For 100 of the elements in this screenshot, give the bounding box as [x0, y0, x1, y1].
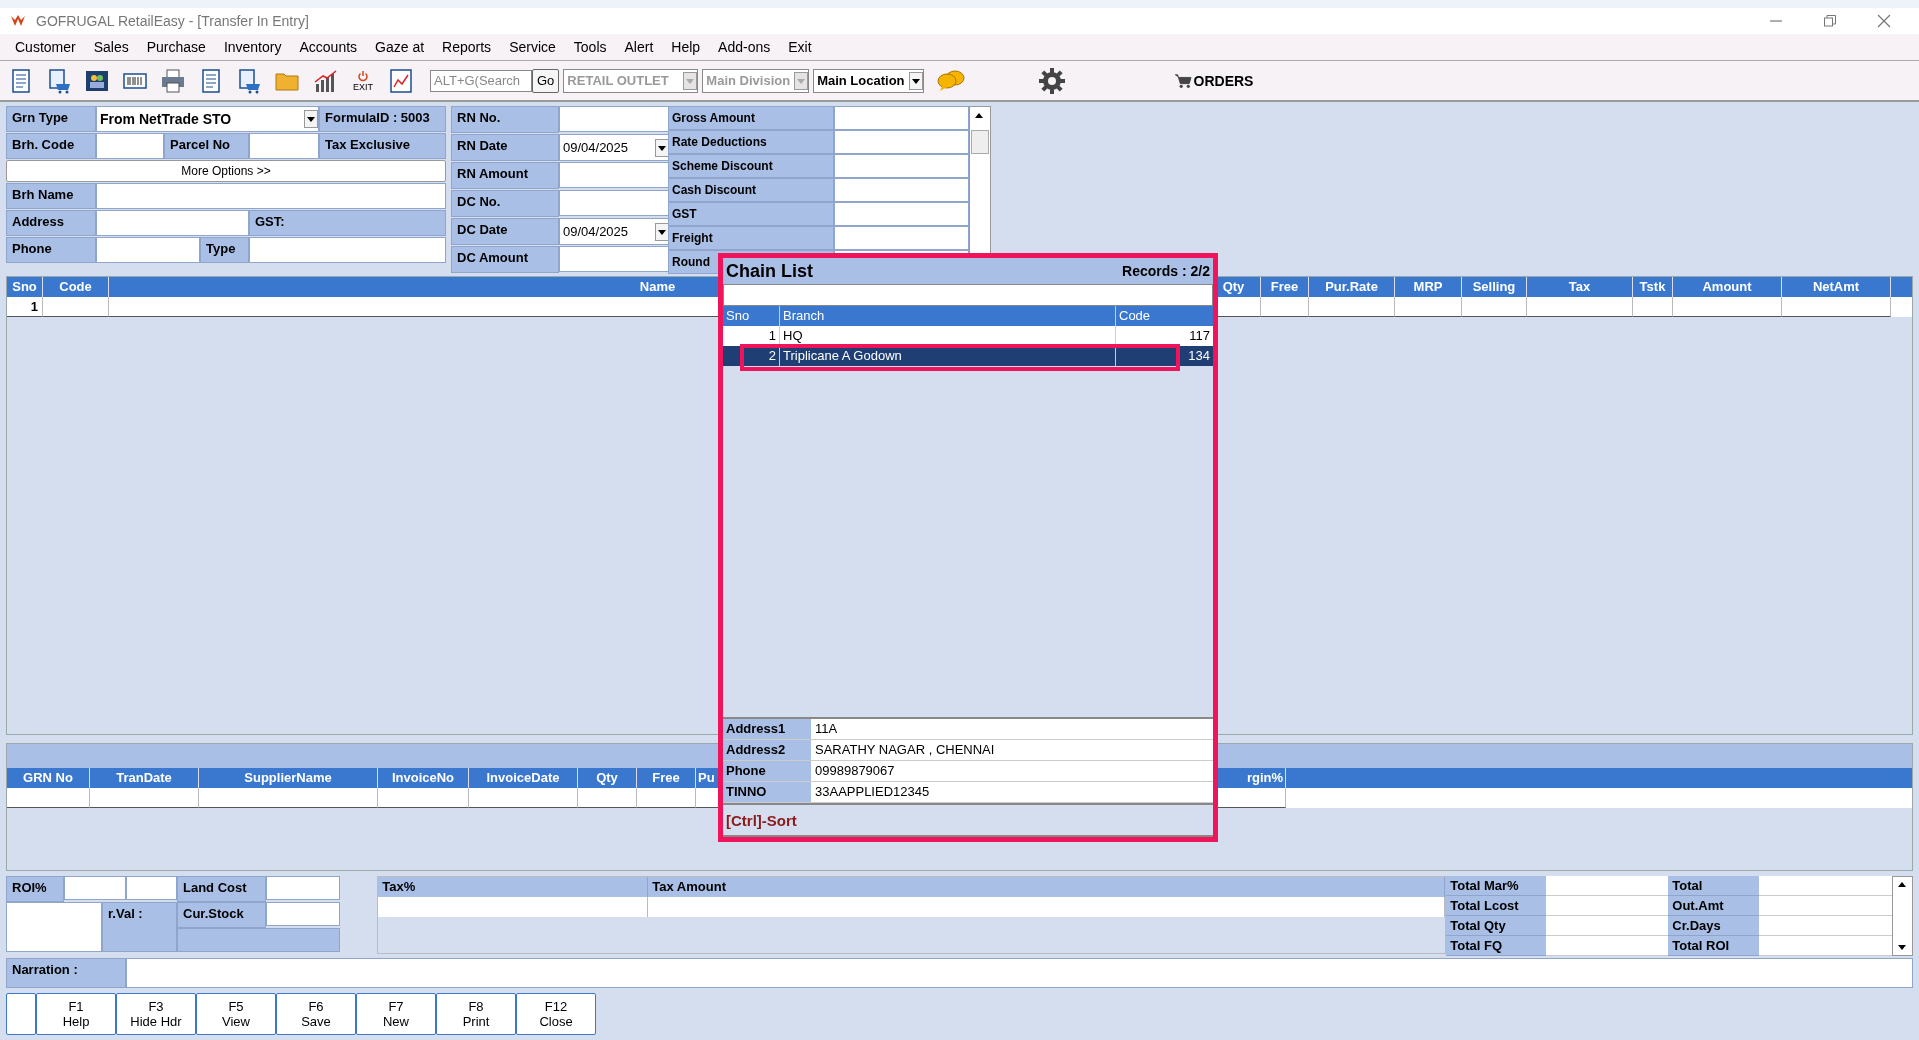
scroll-thumb[interactable] — [971, 130, 989, 154]
function-key-button[interactable]: F1 Help — [36, 993, 116, 1035]
field-label: Type — [200, 237, 249, 263]
total-label: Total Mar% — [1446, 876, 1547, 896]
sort-hint: [Ctrl]-Sort — [726, 811, 797, 829]
field-label: DC No. — [451, 190, 559, 217]
key-button[interactable] — [6, 993, 36, 1035]
function-key-button[interactable]: F7 New — [356, 993, 436, 1035]
close-icon[interactable] — [1877, 14, 1891, 28]
more-options-button[interactable]: More Options >> — [6, 160, 446, 182]
dropdown[interactable]: Main Location — [813, 68, 924, 93]
app-logo-icon — [10, 14, 26, 28]
exit-button[interactable]: EXIT — [350, 69, 376, 92]
menu-item[interactable]: Help — [662, 39, 710, 55]
menu-item[interactable]: Service — [500, 39, 565, 55]
input-field[interactable] — [6, 902, 102, 952]
printer-icon[interactable] — [160, 67, 186, 94]
column-header: Tax% — [378, 877, 649, 897]
field-label: Parcel No — [164, 133, 249, 159]
date-field[interactable]: 09/04/2025 — [559, 134, 670, 161]
narration-field[interactable] — [126, 958, 1913, 988]
date-field[interactable]: 09/04/2025 — [559, 218, 670, 245]
input-field[interactable] — [96, 210, 249, 236]
table-cell — [1633, 297, 1673, 317]
field-label: RN Amount — [451, 162, 559, 189]
detail-label: Phone — [723, 761, 811, 781]
detail-value: 11A — [811, 719, 1213, 739]
menu-item[interactable]: Gaze at — [366, 39, 434, 55]
detail-label: Address2 — [723, 740, 811, 760]
input-field[interactable] — [249, 133, 319, 159]
detail-value: 09989879067 — [811, 761, 1213, 781]
window-title: GOFRUGAL RetailEasy - [Transfer In Entry] — [36, 13, 310, 29]
orders-button[interactable]: ORDERS — [1167, 71, 1260, 90]
scrollbar[interactable] — [1892, 876, 1913, 956]
table-cell — [1261, 297, 1309, 317]
menu-item[interactable]: Tools — [564, 39, 616, 55]
input-field[interactable] — [559, 246, 670, 272]
menu-item[interactable]: Purchase — [137, 39, 215, 55]
search-field[interactable] — [723, 284, 1213, 306]
field-label: Phone — [6, 237, 96, 263]
column-header[interactable]: Code — [1116, 306, 1213, 326]
summary-label: Cash Discount — [668, 178, 834, 202]
restore-icon[interactable] — [1823, 14, 1837, 28]
input-field[interactable] — [266, 902, 340, 926]
search-field[interactable]: ALT+G(Search — [430, 69, 532, 92]
field-label: Brh Name — [6, 183, 96, 209]
detail-label: TINNO — [723, 782, 811, 802]
cart-document-icon[interactable] — [46, 67, 72, 94]
function-key-button[interactable]: F3 Hide Hdr — [116, 993, 196, 1035]
menu-item[interactable]: Alert — [615, 39, 663, 55]
table-cell — [1462, 297, 1527, 317]
grn-type-dropdown[interactable]: From NetTrade STO — [96, 106, 319, 132]
menu-item[interactable]: Customer — [6, 39, 85, 55]
menu-item[interactable]: Accounts — [290, 39, 367, 55]
field-label: RN No. — [451, 106, 559, 133]
total-label: Total — [1668, 876, 1760, 896]
input-field[interactable] — [64, 876, 126, 900]
total-label: Cr.Days — [1668, 916, 1760, 936]
menu-item[interactable]: Add-ons — [709, 39, 780, 55]
function-key-button[interactable]: F8 Print — [436, 993, 516, 1035]
menu-item[interactable]: Exit — [779, 39, 821, 55]
chat-icon[interactable] — [935, 68, 966, 93]
summary-label: GST — [668, 202, 834, 226]
summary-label: Freight — [668, 226, 834, 250]
input-field[interactable] — [96, 133, 164, 159]
table-cell — [578, 788, 637, 808]
total-label: Total FQ — [1446, 936, 1547, 956]
field-label: Narration : — [6, 958, 126, 988]
input-field[interactable] — [266, 876, 340, 900]
column-header: Tax Amount — [648, 877, 1446, 897]
input-field[interactable] — [249, 237, 446, 263]
menu-item[interactable]: Inventory — [214, 39, 291, 55]
input-field[interactable] — [559, 106, 670, 132]
settings-icon[interactable] — [1037, 66, 1066, 95]
input-field[interactable] — [96, 237, 200, 263]
list-row[interactable]: 1 HQ 117 — [723, 326, 1213, 346]
table-cell: 1 — [7, 297, 43, 317]
input-field[interactable] — [96, 183, 446, 209]
menu-item[interactable]: Sales — [84, 39, 138, 55]
summary-label: Gross Amount — [668, 106, 834, 130]
formula-id-label: FormulaID : 5003 — [319, 106, 446, 132]
function-key-button[interactable]: F12 Close — [516, 993, 596, 1035]
input-field[interactable] — [559, 190, 670, 216]
cart-icon — [1173, 72, 1192, 89]
tax-mode-label: Tax Exclusive — [319, 133, 446, 159]
record-count: Records : 2/2 — [1122, 263, 1210, 279]
go-button[interactable]: Go — [532, 68, 560, 93]
function-key-button[interactable]: F6 Save — [276, 993, 356, 1035]
table-cell: 2 — [723, 346, 780, 366]
cart-document-icon[interactable] — [236, 67, 262, 94]
detail-label: Address1 — [723, 719, 811, 739]
line-chart-icon[interactable] — [388, 67, 414, 94]
bar-chart-icon[interactable] — [312, 67, 338, 94]
input-field[interactable] — [126, 876, 177, 900]
function-key-button[interactable]: F5 View — [196, 993, 276, 1035]
total-label: Total Qty — [1446, 916, 1547, 936]
menu-item[interactable]: Reports — [433, 39, 501, 55]
list-row[interactable]: 2 Triplicane A Godown 134 — [723, 346, 1213, 366]
input-field[interactable] — [559, 162, 670, 188]
field-label: Address — [6, 210, 96, 236]
